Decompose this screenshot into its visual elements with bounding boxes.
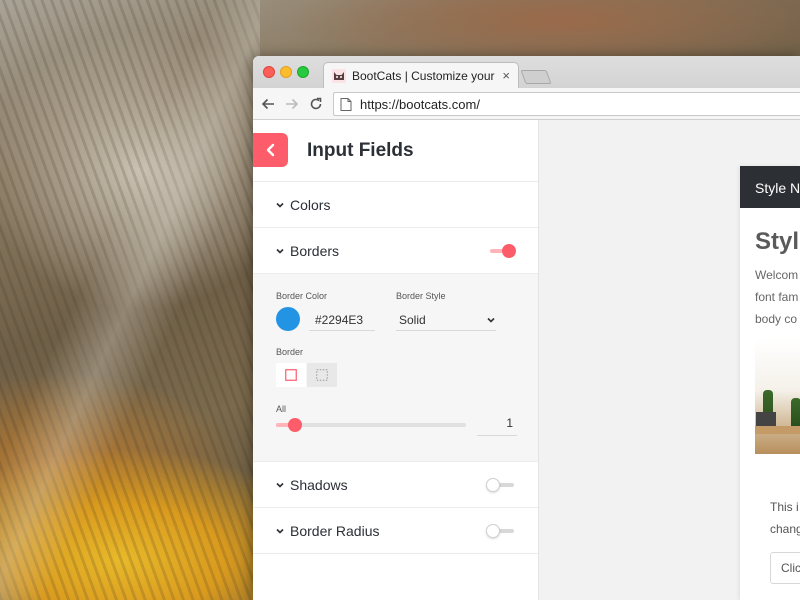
preview-intro-line: body co: [755, 312, 798, 326]
section-label: Shadows: [290, 476, 348, 493]
page-icon: [340, 97, 352, 111]
panel-back-button[interactable]: [253, 133, 288, 167]
tab-close-icon[interactable]: ×: [502, 68, 510, 83]
border-width-value[interactable]: 1: [477, 416, 517, 436]
chevron-down-icon: [487, 317, 495, 323]
preview-card-image: [755, 338, 800, 454]
borders-toggle[interactable]: [486, 244, 516, 258]
minimize-window-button[interactable]: [280, 66, 292, 78]
section-shadows[interactable]: Shadows: [253, 462, 538, 508]
chevron-down-icon: [276, 528, 284, 534]
all-label: All: [276, 404, 287, 414]
border-color-input[interactable]: [309, 309, 375, 331]
shadows-toggle[interactable]: [486, 478, 516, 492]
browser-titlebar: BootCats | Customize your Bootstrap ×: [253, 56, 800, 88]
section-border-radius[interactable]: Border Radius: [253, 508, 538, 554]
border-label: Border: [276, 347, 304, 357]
browser-tab[interactable]: BootCats | Customize your Bootstrap ×: [323, 62, 519, 88]
toggle-knob: [486, 478, 500, 492]
preview-title: Styl: [755, 228, 800, 255]
maximize-window-button[interactable]: [297, 66, 309, 78]
address-bar[interactable]: https://bootcats.com/: [333, 92, 800, 116]
chevron-down-icon: [276, 202, 284, 208]
border-style-label: Border Style: [396, 291, 446, 301]
border-color-swatch[interactable]: [276, 307, 300, 331]
plant-shape: [791, 398, 800, 426]
desk-shape: [755, 426, 800, 434]
slider-thumb[interactable]: [288, 418, 302, 432]
panel-title: Input Fields: [307, 140, 414, 161]
slider-rail: [276, 423, 466, 427]
preview-card-text: chang: [770, 522, 800, 536]
wallpaper-texture: [0, 0, 260, 600]
preview-frame: Style N Styl Welcom font fam body co Thi…: [740, 166, 800, 600]
border-radius-toggle[interactable]: [486, 524, 516, 538]
page-content: Input Fields Colors Borders Border Color…: [253, 120, 800, 600]
url-text: https://bootcats.com/: [360, 96, 480, 112]
customize-panel: Input Fields Colors Borders Border Color…: [253, 120, 539, 600]
forward-button[interactable]: [283, 95, 301, 113]
toggle-knob: [502, 244, 516, 258]
preview-intro-line: Welcom: [755, 268, 799, 282]
browser-window: BootCats | Customize your Bootstrap ×: [253, 56, 800, 600]
border-style-value: Solid: [399, 312, 426, 327]
toggle-knob: [486, 524, 500, 538]
close-window-button[interactable]: [263, 66, 275, 78]
border-width-slider[interactable]: [276, 418, 466, 432]
new-tab-button[interactable]: [520, 70, 552, 84]
square-dotted-icon: [316, 369, 328, 381]
cat-favicon-icon: [332, 68, 346, 83]
section-label: Borders: [290, 242, 340, 259]
reload-icon: [310, 97, 322, 110]
back-button[interactable]: [259, 95, 277, 113]
browser-toolbar: https://bootcats.com/: [253, 88, 800, 120]
preview-navbar: Style N: [740, 166, 800, 208]
preview-button[interactable]: Clic: [770, 552, 800, 584]
border-solid-option[interactable]: [276, 363, 306, 387]
square-outline-icon: [285, 369, 297, 381]
section-borders[interactable]: Borders: [253, 228, 538, 274]
chevron-down-icon: [276, 248, 284, 254]
section-label: Border Radius: [290, 522, 380, 539]
border-dotted-option[interactable]: [307, 363, 337, 387]
laptop-shape: [756, 412, 776, 426]
chevron-left-icon: [266, 143, 274, 157]
arrow-right-icon: [286, 98, 299, 110]
border-style-select[interactable]: Solid: [396, 309, 496, 331]
reload-button[interactable]: [307, 95, 325, 113]
borders-settings: Border Color Border Style Solid Border: [253, 274, 538, 462]
panel-header: Input Fields: [253, 120, 538, 182]
section-label: Colors: [290, 196, 331, 213]
border-color-label: Border Color: [276, 291, 328, 301]
preview-intro-line: font fam: [755, 290, 799, 304]
chevron-down-icon: [276, 482, 284, 488]
section-colors[interactable]: Colors: [253, 182, 538, 228]
arrow-left-icon: [261, 98, 274, 110]
preview-card-text: This i: [770, 500, 799, 514]
tab-title: BootCats | Customize your Bootstrap: [352, 68, 498, 83]
preview-navbar-text[interactable]: Style N: [755, 180, 800, 196]
